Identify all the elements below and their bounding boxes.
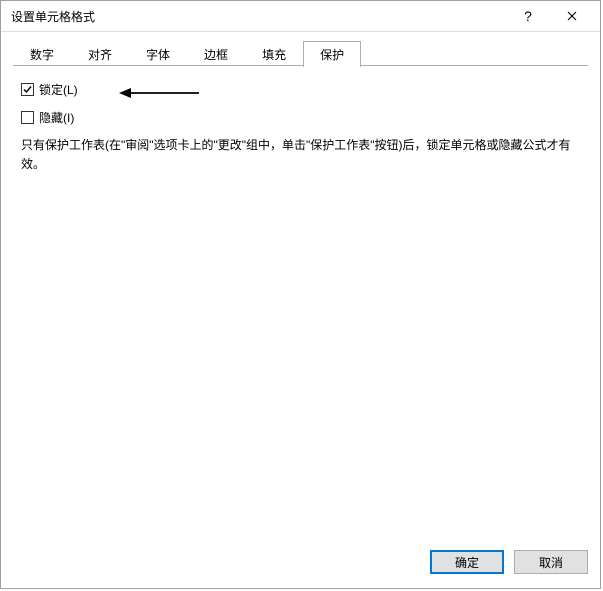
tab-alignment[interactable]: 对齐	[71, 41, 129, 67]
tab-font[interactable]: 字体	[129, 41, 187, 67]
cancel-button[interactable]: 取消	[514, 550, 588, 574]
close-button[interactable]	[550, 2, 594, 30]
hidden-label: 隐藏(I)	[39, 109, 74, 126]
hidden-checkbox[interactable]	[21, 111, 34, 124]
locked-row: 锁定(L)	[21, 80, 580, 98]
title-bar: 设置单元格格式 ?	[1, 1, 600, 32]
format-cells-dialog: 设置单元格格式 ? 数字 对齐 字体 边框 填充 保护 锁定(L)	[0, 0, 601, 589]
tab-strip: 数字 对齐 字体 边框 填充 保护	[13, 42, 588, 66]
locked-checkbox[interactable]	[21, 83, 34, 96]
tab-content-protection: 锁定(L) 隐藏(I) 只有保护工作表(在"审阅"选项卡上的"更改"组中，单击"…	[13, 66, 588, 528]
tab-protection[interactable]: 保护	[303, 41, 361, 67]
locked-label: 锁定(L)	[39, 81, 78, 98]
dialog-buttons: 确定 取消	[1, 540, 600, 588]
hidden-row: 隐藏(I)	[21, 108, 580, 126]
help-button[interactable]: ?	[506, 2, 550, 30]
tab-fill[interactable]: 填充	[245, 41, 303, 67]
tab-border[interactable]: 边框	[187, 41, 245, 67]
help-icon: ?	[524, 8, 532, 24]
tab-number[interactable]: 数字	[13, 41, 71, 67]
dialog-title: 设置单元格格式	[11, 8, 506, 25]
annotation-arrow-icon	[119, 86, 199, 100]
ok-button[interactable]: 确定	[430, 550, 504, 574]
protection-description: 只有保护工作表(在"审阅"选项卡上的"更改"组中，单击"保护工作表"按钮)后，锁…	[21, 136, 580, 174]
close-icon	[567, 11, 577, 21]
dialog-body: 数字 对齐 字体 边框 填充 保护 锁定(L)	[1, 32, 600, 540]
